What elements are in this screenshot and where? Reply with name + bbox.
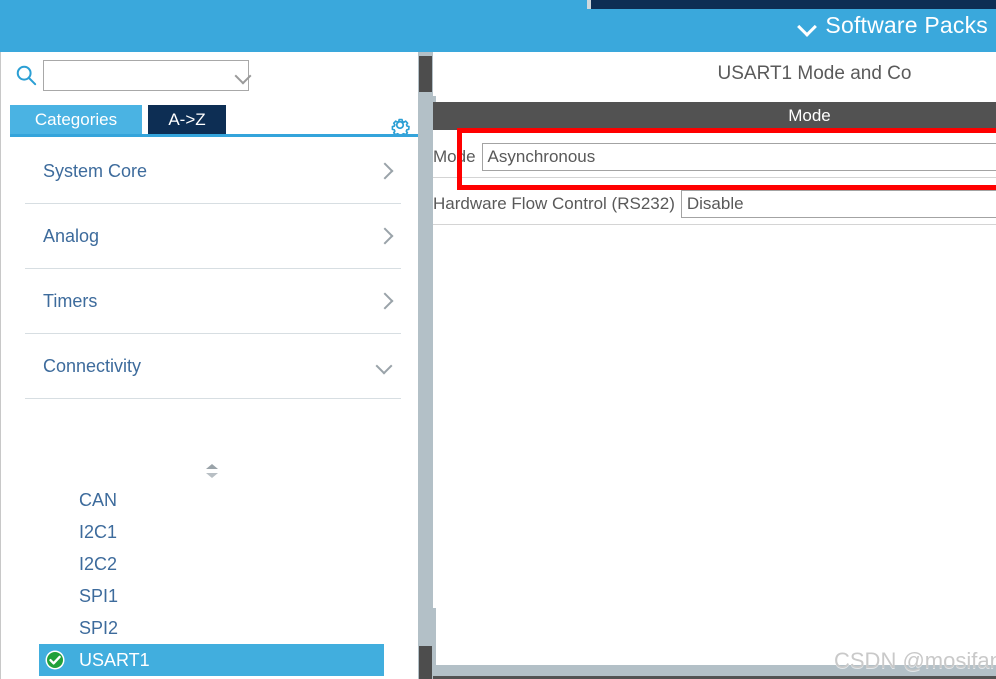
chevron-down-icon[interactable] [231, 61, 248, 90]
tab-categories[interactable]: Categories [10, 105, 142, 134]
field-row-hardware-flow-control: Hardware Flow Control (RS232) Disable [433, 190, 996, 218]
sidebar-tabs: Categories A->Z [1, 105, 419, 135]
sidebar-scrollbar-thumb[interactable] [419, 56, 432, 92]
mode-combobox-value: Asynchronous [487, 147, 596, 166]
search-icon[interactable] [15, 64, 37, 86]
row-divider [433, 177, 996, 178]
hardware-flow-control-combobox[interactable]: Disable [680, 190, 996, 218]
peripheral-label: SPI1 [79, 586, 119, 606]
mode-section-header: Mode [433, 102, 996, 130]
sidebar-item-system-core[interactable]: System Core [25, 139, 401, 204]
vertical-resize-grip-icon[interactable] [204, 464, 220, 478]
list-item[interactable]: I2C2 [1, 548, 419, 580]
tab-underline [10, 134, 419, 137]
list-item[interactable]: SPI1 [1, 580, 419, 612]
category-label: Analog [43, 225, 100, 246]
sidebar-scrollbar-track[interactable] [418, 52, 433, 679]
list-item-usart1-selected[interactable]: USART1 [39, 644, 384, 676]
chevron-right-icon [377, 294, 391, 308]
section-separator [433, 665, 996, 676]
top-navy-tick [587, 0, 591, 9]
category-label: Timers [43, 290, 98, 311]
mode-field-label: Mode [433, 147, 476, 166]
top-navy-strip [590, 0, 996, 9]
chevron-down-icon [377, 359, 391, 373]
software-packs-menu[interactable]: Software Packs [798, 12, 988, 39]
list-item[interactable]: I2C1 [1, 516, 419, 548]
peripheral-label: SPI2 [79, 618, 119, 638]
category-label: System Core [43, 160, 148, 181]
peripheral-label: I2C2 [79, 554, 118, 574]
chevron-right-icon [377, 164, 391, 178]
peripheral-label: CAN [79, 490, 118, 510]
top-header-bar: Software Packs [0, 0, 996, 52]
tab-a-to-z[interactable]: A->Z [148, 105, 226, 134]
category-label: Connectivity [43, 355, 142, 376]
mode-section-body: Mode Asynchronous Hardware Flow Control … [433, 130, 996, 608]
list-item[interactable]: CAN [1, 484, 419, 516]
peripheral-label: I2C1 [79, 522, 118, 542]
panel-splitter[interactable] [1, 460, 419, 482]
mode-combobox[interactable]: Asynchronous [481, 143, 996, 171]
list-item[interactable]: SPI2 [1, 612, 419, 644]
search-row [1, 52, 419, 97]
search-input[interactable] [44, 61, 231, 90]
hardware-flow-control-label: Hardware Flow Control (RS232) [433, 194, 675, 213]
sidebar-item-analog[interactable]: Analog [25, 204, 401, 269]
sidebar-scrollbar-thumb-lower[interactable] [419, 646, 432, 679]
page-title: USART1 Mode and Co [433, 52, 996, 96]
configuration-panel: USART1 Mode and Co Mode Mode Asynchronou… [433, 52, 996, 679]
software-packs-label: Software Packs [825, 12, 988, 38]
peripheral-label: USART1 [79, 650, 150, 670]
category-accordion: System Core Analog Timers Connectivity [1, 139, 419, 399]
stm32cubemx-window: Software Packs Categories A->Z System Co… [0, 0, 996, 679]
chevron-down-icon [798, 20, 815, 31]
peripheral-list: CAN I2C1 I2C2 SPI1 SPI2 USART1 [1, 484, 419, 679]
sidebar-item-connectivity[interactable]: Connectivity [25, 334, 401, 399]
green-check-icon [45, 650, 65, 670]
component-sidebar: Categories A->Z System Core Analog Timer… [0, 52, 419, 679]
hardware-flow-control-value: Disable [686, 194, 744, 213]
search-combobox[interactable] [43, 60, 249, 91]
chevron-right-icon [377, 229, 391, 243]
sidebar-item-timers[interactable]: Timers [25, 269, 401, 334]
field-row-mode: Mode Asynchronous [433, 143, 996, 171]
row-divider [433, 224, 996, 225]
